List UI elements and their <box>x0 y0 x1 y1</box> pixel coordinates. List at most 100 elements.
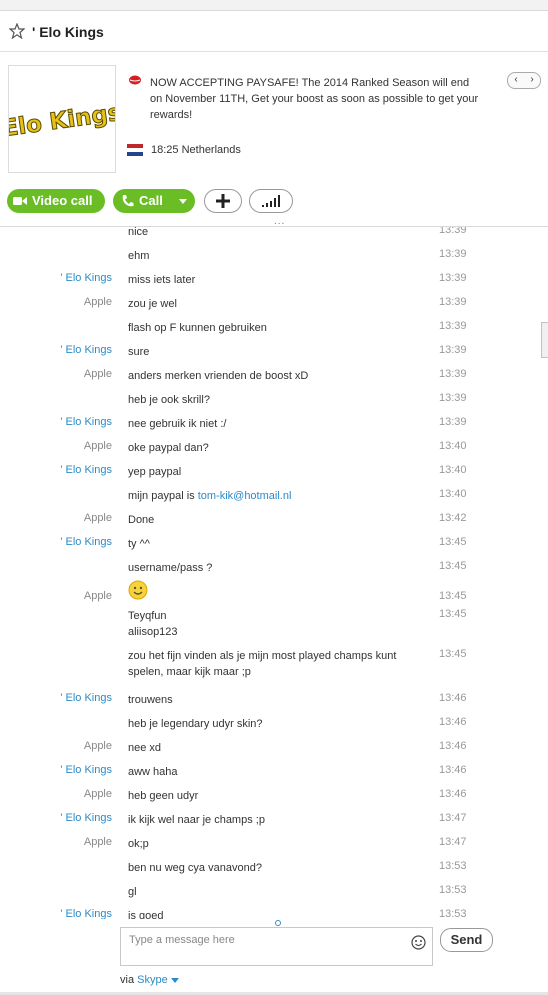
mood-next-button[interactable]: › <box>524 73 540 88</box>
message-text: ehm <box>128 248 418 264</box>
message-timestamp: 13:39 <box>439 296 467 308</box>
message-text <box>128 580 418 605</box>
conversation-title: ' Elo Kings <box>32 24 104 40</box>
message-text: ok;p <box>128 836 418 852</box>
message-body: ok;p <box>128 838 149 850</box>
service-selector[interactable]: Skype <box>137 974 168 986</box>
message-body: Done <box>128 514 155 526</box>
message-sender[interactable]: ' Elo Kings <box>60 908 112 919</box>
email-link[interactable]: tom-kik@hotmail.nl <box>198 490 292 502</box>
svg-text:Elo Kings: Elo Kings <box>9 100 115 142</box>
message-sender[interactable]: ' Elo Kings <box>60 692 112 704</box>
message-text: miss iets later <box>128 272 418 288</box>
message-sender[interactable]: ' Elo Kings <box>60 464 112 476</box>
message-body: username/pass ? <box>128 562 213 574</box>
message-body: miss iets later <box>128 274 196 286</box>
video-call-button[interactable]: Video call <box>7 189 105 213</box>
add-people-button[interactable] <box>204 189 242 213</box>
message-body: heb geen udyr <box>128 790 199 802</box>
mood-lips-icon <box>129 75 141 85</box>
local-time: 18:25 Netherlands <box>151 144 241 156</box>
mood-message: NOW ACCEPTING PAYSAFE! The 2014 Ranked S… <box>150 77 479 121</box>
message-text: ik kijk wel naar je champs ;p <box>128 812 418 828</box>
emoticon-icon[interactable] <box>411 935 426 950</box>
contact-avatar[interactable]: Elo Kings <box>8 65 116 173</box>
message-body: Teyqfun <box>128 610 167 622</box>
message-timestamp: 13:39 <box>439 248 467 260</box>
message-body: trouwens <box>128 694 173 706</box>
chevron-down-icon[interactable] <box>170 978 179 983</box>
call-quality-button[interactable] <box>249 189 293 213</box>
message-sender[interactable]: ' Elo Kings <box>60 272 112 284</box>
message-timestamp: 13:47 <box>439 812 467 824</box>
message-timestamp: 13:39 <box>439 392 467 404</box>
message-body: ehm <box>128 250 150 262</box>
message-body: flash op F kunnen gebruiken <box>128 322 267 334</box>
message-timestamp: 13:42 <box>439 512 467 524</box>
message-sender[interactable]: ' Elo Kings <box>60 344 112 356</box>
message-timestamp: 13:39 <box>439 320 467 332</box>
message-timestamp: 13:47 <box>439 836 467 848</box>
message-text: heb geen udyr <box>128 788 418 804</box>
message-body: mijn paypal is <box>128 490 198 502</box>
message-timestamp: 13:45 <box>439 536 467 548</box>
message-timestamp: 13:53 <box>439 860 467 872</box>
message-text: Teyqfun <box>128 608 418 624</box>
message-text: Done <box>128 512 418 528</box>
message-timestamp: 13:53 <box>439 884 467 896</box>
composer-resize-handle[interactable] <box>275 920 281 926</box>
message-composer[interactable]: Type a message here <box>120 927 433 966</box>
message-body: nee xd <box>128 742 162 754</box>
profile-panel: Elo Kings NOW ACCEPTING PAYSAFE! The 201… <box>0 52 548 188</box>
window-top-edge <box>0 0 548 11</box>
signal-bars-icon <box>262 195 280 207</box>
message-body: oke paypal dan? <box>128 442 209 454</box>
mood-prev-button[interactable]: ‹ <box>508 73 524 88</box>
via-service: via Skype <box>120 974 179 986</box>
favorite-star-icon[interactable] <box>9 23 25 39</box>
scrollbar-thumb[interactable] <box>541 322 548 358</box>
message-body: zou je wel <box>128 298 177 310</box>
message-body: ben nu weg cya vanavond? <box>128 862 262 874</box>
message-timestamp: 13:53 <box>439 908 467 919</box>
message-timestamp: 13:45 <box>439 590 467 602</box>
message-sender[interactable]: ' Elo Kings <box>60 812 112 824</box>
message-body: aww haha <box>128 766 178 778</box>
via-label: via <box>120 974 135 986</box>
message-timestamp: 13:45 <box>439 608 467 620</box>
message-timestamp: 13:40 <box>439 464 467 476</box>
message-text: sure <box>128 344 418 360</box>
message-timestamp: 13:40 <box>439 440 467 452</box>
message-text: ty ^^ <box>128 536 418 552</box>
plus-icon <box>216 194 230 208</box>
message-body: nice <box>128 226 149 238</box>
message-text: username/pass ? <box>128 560 418 576</box>
message-body: ty ^^ <box>128 538 150 550</box>
call-button[interactable]: Call <box>113 189 195 213</box>
message-text: aww haha <box>128 764 418 780</box>
message-sender[interactable]: ' Elo Kings <box>60 536 112 548</box>
message-body: heb je ook skrill? <box>128 394 210 406</box>
send-button[interactable]: Send <box>440 928 493 952</box>
mood-nav: ‹ › <box>507 72 541 89</box>
message-body: heb je legendary udyr skin? <box>128 718 263 730</box>
message-sender: Apple <box>83 512 112 524</box>
message-text: nice <box>128 226 418 240</box>
video-camera-icon <box>13 197 27 205</box>
message-body: gl <box>128 886 137 898</box>
message-timestamp: 13:40 <box>439 488 467 500</box>
chat-history[interactable]: nice 13:39 ehm 13:39 ' Elo Kings miss iets la… <box>0 226 548 919</box>
message-sender[interactable]: ' Elo Kings <box>60 764 112 776</box>
message-timestamp: 13:46 <box>439 740 467 752</box>
message-text: mijn paypal is tom-kik@hotmail.nl <box>128 488 418 504</box>
message-text: heb je legendary udyr skin? <box>128 716 418 732</box>
message-body: ik kijk wel naar je champs ;p <box>128 814 265 826</box>
message-input[interactable]: Type a message here <box>129 934 235 946</box>
message-text: ben nu weg cya vanavond? <box>128 860 418 876</box>
chevron-down-icon[interactable] <box>179 199 187 204</box>
message-body: anders merken vrienden de boost xD <box>128 370 309 382</box>
message-text: trouwens <box>128 692 418 708</box>
message-sender[interactable]: ' Elo Kings <box>60 416 112 428</box>
message-text: zou je wel <box>128 296 418 312</box>
message-body: is goed <box>128 910 164 919</box>
